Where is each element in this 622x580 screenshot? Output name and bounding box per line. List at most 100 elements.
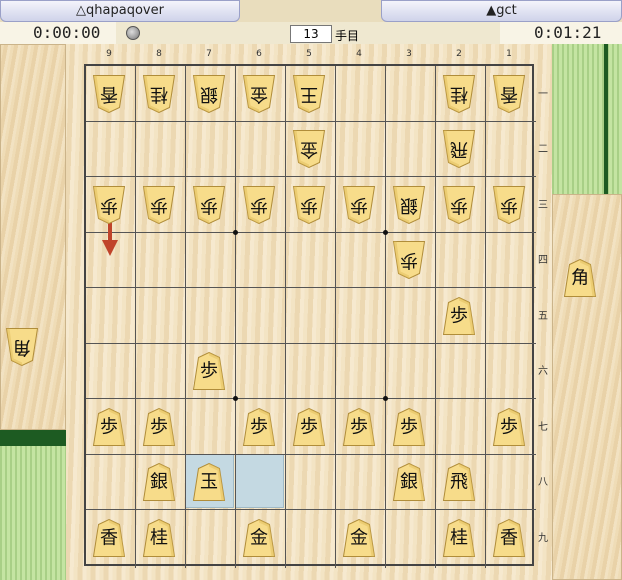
sente-piece[interactable]: 桂 xyxy=(442,518,476,557)
gote-piece[interactable]: 香 xyxy=(92,74,126,113)
sente-piece[interactable]: 香 xyxy=(492,518,526,557)
tatami-left-bottom xyxy=(0,446,66,580)
piece-label: 銀 xyxy=(400,471,418,493)
piece-label: 桂 xyxy=(150,527,168,549)
gote-piece[interactable]: 桂 xyxy=(142,74,176,113)
grid-line-vertical xyxy=(435,66,436,568)
gote-piece[interactable]: 銀 xyxy=(392,185,426,224)
sente-piece[interactable]: 歩 xyxy=(142,407,176,446)
file-label: 5 xyxy=(306,49,312,59)
sente-piece[interactable]: 歩 xyxy=(442,296,476,335)
piece-label: 香 xyxy=(500,527,518,549)
sente-piece[interactable]: 飛 xyxy=(442,463,476,502)
gote-piece[interactable]: 歩 xyxy=(392,241,426,280)
sente-piece[interactable]: 銀 xyxy=(392,463,426,502)
gote-player-name: △qhapaqover xyxy=(0,0,240,22)
gote-piece[interactable]: 金 xyxy=(292,130,326,169)
piece-label: 歩 xyxy=(500,416,518,438)
gote-piece[interactable]: 歩 xyxy=(442,185,476,224)
sente-piece[interactable]: 歩 xyxy=(192,352,226,391)
file-label: 6 xyxy=(256,49,262,59)
gote-piece[interactable]: 歩 xyxy=(142,185,176,224)
sente-piece[interactable]: 金 xyxy=(342,518,376,557)
piece-label: 歩 xyxy=(250,194,268,216)
piece-label: 歩 xyxy=(300,416,318,438)
sente-piece[interactable]: 金 xyxy=(242,518,276,557)
gote-piece[interactable]: 歩 xyxy=(92,185,126,224)
grid-line-horizontal xyxy=(86,509,536,510)
piece-label: 香 xyxy=(500,83,518,105)
grid-line-vertical xyxy=(185,66,186,568)
sente-piece[interactable]: 歩 xyxy=(242,407,276,446)
file-label: 1 xyxy=(506,49,512,59)
gote-piece[interactable]: 歩 xyxy=(342,185,376,224)
rank-label: 三 xyxy=(538,199,548,211)
sente-piece[interactable]: 玉 xyxy=(192,463,226,502)
rank-label: 六 xyxy=(538,366,548,378)
piece-label: 金 xyxy=(350,527,368,549)
sente-piece[interactable]: 歩 xyxy=(342,407,376,446)
sente-piece[interactable]: 歩 xyxy=(92,407,126,446)
grid-line-vertical xyxy=(235,66,236,568)
sente-piece-stand xyxy=(552,194,622,580)
tatami-border-right-vertical xyxy=(604,44,608,194)
rank-label: 七 xyxy=(538,421,548,433)
piece-label: 金 xyxy=(250,527,268,549)
gote-piece[interactable]: 香 xyxy=(492,74,526,113)
grid-line-vertical xyxy=(285,66,286,568)
sente-piece[interactable]: 歩 xyxy=(492,407,526,446)
gote-piece[interactable]: 飛 xyxy=(442,130,476,169)
piece-label: 金 xyxy=(300,138,318,160)
piece-label: 王 xyxy=(300,83,318,105)
sente-piece[interactable]: 香 xyxy=(92,518,126,557)
sente-piece[interactable]: 桂 xyxy=(142,518,176,557)
gote-piece[interactable]: 歩 xyxy=(192,185,226,224)
file-label: 2 xyxy=(456,49,462,59)
gote-piece-stand xyxy=(0,44,66,430)
grid-line-vertical xyxy=(385,66,386,568)
gote-piece[interactable]: 歩 xyxy=(242,185,276,224)
grid-line-horizontal xyxy=(86,231,536,233)
piece-label: 角 xyxy=(571,267,589,289)
rank-label: 四 xyxy=(538,255,548,267)
piece-label: 銀 xyxy=(150,471,168,493)
piece-label: 歩 xyxy=(100,416,118,438)
sente-player-name: ▲gct xyxy=(381,0,622,22)
piece-label: 飛 xyxy=(450,138,468,160)
piece-label: 銀 xyxy=(400,194,418,216)
sente-piece[interactable]: 銀 xyxy=(142,463,176,502)
gote-piece[interactable]: 金 xyxy=(242,74,276,113)
piece-label: 香 xyxy=(100,83,118,105)
file-label: 9 xyxy=(106,49,112,59)
piece-label: 歩 xyxy=(150,194,168,216)
piece-label: 玉 xyxy=(200,471,218,493)
gote-piece[interactable]: 王 xyxy=(292,74,326,113)
gote-piece[interactable]: 歩 xyxy=(492,185,526,224)
grid-line-vertical xyxy=(485,66,486,568)
gote-piece[interactable]: 桂 xyxy=(442,74,476,113)
piece-label: 歩 xyxy=(350,416,368,438)
sente-hand-piece[interactable]: 角 xyxy=(563,258,597,298)
sente-piece[interactable]: 歩 xyxy=(292,407,326,446)
file-label: 3 xyxy=(406,49,412,59)
gote-clock: 0:00:00 xyxy=(0,22,116,44)
grid-line-vertical xyxy=(135,66,136,568)
gote-hand-piece[interactable]: 角 xyxy=(5,328,39,367)
piece-label: 歩 xyxy=(450,194,468,216)
grid-line-horizontal xyxy=(86,176,536,177)
grid-line-horizontal xyxy=(86,453,536,455)
sente-piece[interactable]: 歩 xyxy=(392,407,426,446)
gote-piece[interactable]: 銀 xyxy=(192,74,226,113)
star-point xyxy=(233,396,238,401)
piece-label: 歩 xyxy=(150,416,168,438)
piece-label: 桂 xyxy=(450,527,468,549)
piece-label: 桂 xyxy=(150,83,168,105)
piece-label: 歩 xyxy=(300,194,318,216)
tatami-border-left xyxy=(0,430,66,446)
grid-line-horizontal xyxy=(86,342,536,344)
piece-label: 歩 xyxy=(450,305,468,327)
move-number-box[interactable]: 13 xyxy=(290,25,332,43)
rank-label: 九 xyxy=(538,532,548,544)
gote-piece[interactable]: 歩 xyxy=(292,185,326,224)
piece-label: 歩 xyxy=(350,194,368,216)
